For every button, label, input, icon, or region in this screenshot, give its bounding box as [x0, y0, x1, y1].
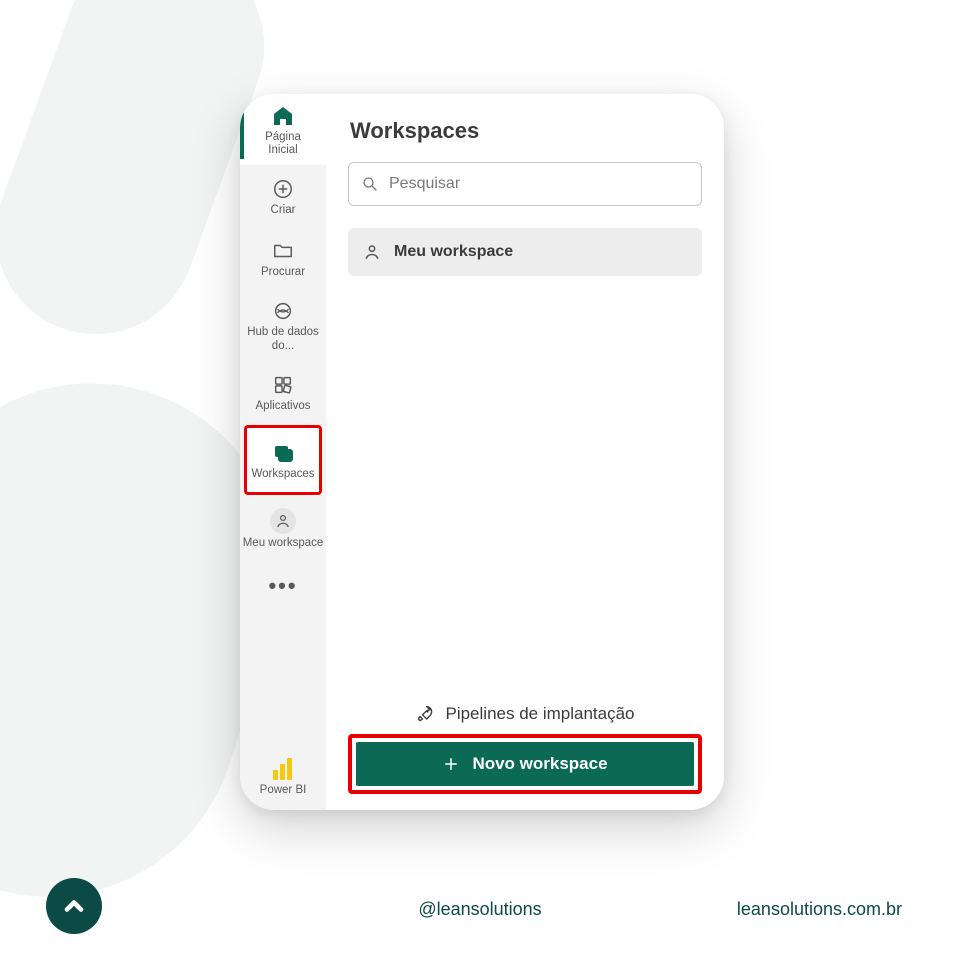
- more-icon: •••: [268, 573, 297, 598]
- search-box[interactable]: [348, 162, 702, 206]
- new-workspace-label: Novo workspace: [472, 754, 607, 774]
- sidebar-item-label: Meu workspace: [243, 537, 324, 550]
- sidebar-item-label: Procurar: [261, 266, 305, 279]
- deployment-pipelines-link[interactable]: Pipelines de implantação: [348, 704, 702, 724]
- plus-circle-icon: [271, 177, 295, 201]
- sidebar-item-label: Power BI: [260, 784, 307, 796]
- search-input[interactable]: [389, 175, 689, 193]
- powerbi-logo-icon: [273, 756, 293, 780]
- new-workspace-highlight: Novo workspace: [348, 734, 702, 794]
- workspace-item-label: Meu workspace: [394, 243, 513, 261]
- sidebar-item-home[interactable]: Página Inicial: [240, 94, 326, 165]
- home-icon: [271, 104, 295, 128]
- sidebar-item-create[interactable]: Criar: [240, 165, 326, 227]
- sidebar-more-button[interactable]: •••: [240, 559, 326, 613]
- sidebar-item-apps[interactable]: Aplicativos: [240, 361, 326, 423]
- folder-icon: [271, 239, 295, 263]
- app-window: Página Inicial Criar Procurar Hub de dad…: [240, 94, 724, 810]
- sidebar-item-datahub[interactable]: Hub de dados do...: [240, 289, 326, 360]
- new-workspace-button[interactable]: Novo workspace: [356, 742, 694, 786]
- workspace-list-item-my-workspace[interactable]: Meu workspace: [348, 228, 702, 276]
- search-icon: [361, 175, 379, 193]
- panel-spacer: [348, 276, 702, 704]
- sidebar-item-label: Página Inicial: [265, 131, 301, 157]
- pipelines-label: Pipelines de implantação: [445, 704, 634, 724]
- sidebar-item-label: Hub de dados do...: [242, 326, 324, 352]
- workspaces-panel: Workspaces Meu workspace Pipelines de im…: [326, 94, 724, 810]
- sidebar-item-label: Criar: [271, 204, 296, 217]
- rocket-icon: [415, 704, 435, 724]
- sidebar-item-browse[interactable]: Procurar: [240, 227, 326, 289]
- onelake-icon: [271, 299, 295, 323]
- sidebar-item-label: Aplicativos: [256, 400, 311, 413]
- sidebar-item-workspaces[interactable]: Workspaces: [244, 425, 322, 495]
- sidebar-item-my-workspace[interactable]: Meu workspace: [240, 497, 326, 559]
- footer-url: leansolutions.com.br: [737, 899, 902, 920]
- sidebar: Página Inicial Criar Procurar Hub de dad…: [240, 94, 326, 810]
- sidebar-item-powerbi[interactable]: Power BI: [240, 746, 326, 810]
- sidebar-item-label: Workspaces: [251, 468, 314, 481]
- workspaces-icon: [271, 441, 295, 465]
- plus-icon: [442, 755, 460, 773]
- person-icon: [270, 508, 296, 534]
- person-icon: [362, 242, 382, 262]
- sidebar-spacer: [240, 613, 326, 746]
- panel-title: Workspaces: [350, 118, 702, 144]
- apps-icon: [271, 373, 295, 397]
